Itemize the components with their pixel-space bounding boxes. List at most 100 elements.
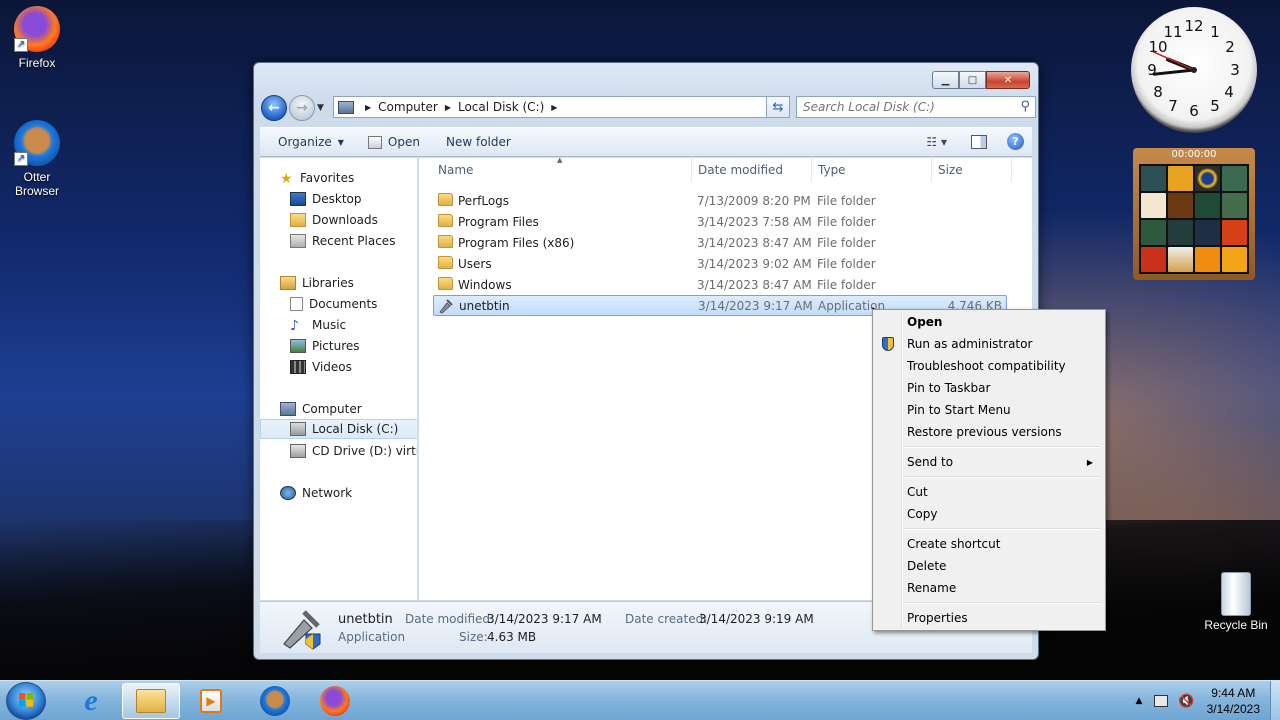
file-row[interactable]: Program Files (x86) 3/14/2023 8:47 AM Fi… [433, 232, 1007, 253]
date-modified-label: Date modified: [405, 612, 495, 626]
new-folder-button[interactable]: New folder [430, 128, 521, 156]
shortcut-arrow-icon: ↗ [14, 152, 28, 166]
breadcrumb-computer[interactable]: Computer [378, 100, 438, 114]
taskbar-clock[interactable]: 9:44 AM 3/14/2023 [1207, 685, 1260, 717]
firefox-icon: ↗ [14, 6, 60, 52]
nav-label: Favorites [300, 171, 355, 185]
breadcrumb-separator[interactable]: ▶ [551, 103, 557, 112]
menu-item-pin-to-start-menu[interactable]: Pin to Start Menu [875, 399, 1103, 421]
desktop-icon-firefox[interactable]: ↗ Firefox [0, 6, 74, 70]
file-row[interactable]: Program Files 3/14/2023 7:58 AM File fol… [433, 211, 1007, 232]
column-header-type[interactable]: Type [812, 158, 932, 182]
new-folder-label: New folder [445, 135, 511, 149]
menu-item-restore-previous-versions[interactable]: Restore previous versions [875, 421, 1103, 443]
nav-label: Pictures [312, 339, 360, 353]
svg-text:5: 5 [1210, 97, 1220, 115]
menu-item-cut[interactable]: Cut [875, 481, 1103, 503]
recent-places-icon [290, 234, 306, 248]
firefox-icon [320, 686, 350, 716]
minimize-button[interactable]: ▁ [932, 71, 959, 89]
maximize-button[interactable]: □ [959, 71, 986, 89]
taskbar-app-windows-explorer[interactable] [122, 683, 180, 719]
file-type: File folder [817, 256, 876, 271]
taskbar-app-media-player[interactable]: ▶ [182, 683, 240, 719]
nav-desktop[interactable]: Desktop [290, 189, 417, 209]
menu-item-rename[interactable]: Rename [875, 577, 1103, 599]
nav-music[interactable]: ♪ Music [290, 315, 417, 335]
computer-icon [338, 100, 354, 114]
nav-local-disk[interactable]: Local Disk (C:) [260, 419, 417, 439]
media-player-icon: ▶ [200, 689, 222, 713]
back-button[interactable]: ← [261, 95, 287, 121]
system-tray: ▲ 🔇 9:44 AM 3/14/2023 [1136, 685, 1261, 717]
menu-item-run-as-administrator[interactable]: Run as administrator [875, 333, 1103, 355]
nav-recent-places[interactable]: Recent Places [290, 231, 417, 251]
menu-item-pin-to-taskbar[interactable]: Pin to Taskbar [875, 377, 1103, 399]
forward-button[interactable]: → [289, 95, 315, 121]
nav-label: Local Disk (C:) [312, 422, 399, 436]
chevron-down-icon: ▼ [337, 137, 344, 147]
puzzle-grid[interactable] [1139, 164, 1249, 274]
column-header-date[interactable]: Date modified [692, 158, 812, 182]
date-created-value: 3/14/2023 9:19 AM [699, 612, 814, 626]
taskbar-app-otter-browser[interactable] [246, 683, 304, 719]
desktop-icon [290, 192, 306, 206]
nav-documents[interactable]: Documents [290, 294, 417, 314]
recycle-bin-icon [1221, 572, 1251, 616]
menu-item-delete[interactable]: Delete [875, 555, 1103, 577]
nav-network[interactable]: Network [280, 483, 417, 503]
search-box[interactable]: ⚲ [796, 96, 1036, 118]
taskbar-app-firefox[interactable] [306, 683, 364, 719]
nav-videos[interactable]: Videos [290, 357, 417, 377]
breadcrumb-local-disk[interactable]: Local Disk (C:) [458, 100, 544, 114]
recent-pages-dropdown[interactable]: ▼ [317, 103, 324, 113]
nav-computer[interactable]: Computer [280, 399, 417, 419]
breadcrumb-separator[interactable]: ▶ [445, 103, 451, 112]
volume-muted-icon[interactable]: 🔇 [1178, 694, 1194, 709]
desktop-icon-otter-browser[interactable]: ↗ Otter Browser [0, 120, 74, 198]
address-bar[interactable]: ▶ Computer ▶ Local Disk (C:) ▶ ▼ [333, 96, 786, 118]
action-center-icon[interactable] [1154, 695, 1169, 707]
menu-item-open[interactable]: Open [875, 311, 1103, 333]
date-created-label: Date created: [625, 612, 708, 626]
desktop-icon-recycle-bin[interactable]: Recycle Bin [1199, 572, 1273, 632]
preview-pane-icon[interactable] [971, 134, 987, 149]
nav-downloads[interactable]: Downloads [290, 210, 417, 230]
column-header-name[interactable]: Name [432, 158, 692, 182]
help-icon[interactable]: ? [1007, 133, 1024, 150]
column-header-size[interactable]: Size [932, 158, 1012, 182]
show-desktop-button[interactable] [1270, 681, 1280, 720]
picture-puzzle-gadget[interactable]: 00:00:00 [1133, 148, 1255, 280]
search-input[interactable] [803, 100, 1003, 114]
context-menu[interactable]: Open Run as administrator Troubleshoot c… [872, 309, 1106, 631]
open-button[interactable]: Open [354, 128, 430, 156]
menu-item-create-shortcut[interactable]: Create shortcut [875, 533, 1103, 555]
start-button[interactable] [6, 682, 46, 720]
menu-item-label: Run as administrator [907, 337, 1033, 351]
refresh-button[interactable]: ⇆ [766, 96, 790, 118]
nav-libraries[interactable]: Libraries [280, 273, 417, 293]
close-button[interactable]: ✕ [986, 71, 1030, 89]
nav-label: Libraries [302, 276, 354, 290]
menu-item-copy[interactable]: Copy [875, 503, 1103, 525]
file-date: 3/14/2023 8:47 AM [697, 277, 812, 292]
file-row[interactable]: PerfLogs 7/13/2009 8:20 PM File folder [433, 190, 1007, 211]
menu-item-properties[interactable]: Properties [875, 607, 1103, 629]
folder-icon [438, 193, 453, 206]
menu-item-send-to[interactable]: Send to ▶ [875, 451, 1103, 473]
clock-gadget[interactable]: 12 1 2 345 678 9 10 11 [1131, 7, 1257, 133]
menu-item-troubleshoot-compatibility[interactable]: Troubleshoot compatibility [875, 355, 1103, 377]
file-date: 3/14/2023 7:58 AM [697, 214, 812, 229]
nav-pictures[interactable]: Pictures [290, 336, 417, 356]
breadcrumb-separator[interactable]: ▶ [365, 103, 371, 112]
nav-cd-drive[interactable]: CD Drive (D:) virtio-w [290, 441, 417, 461]
change-view-icon[interactable]: ☷ ▾ [926, 135, 947, 149]
show-hidden-icons-icon[interactable]: ▲ [1136, 696, 1143, 706]
organize-label: Organize [278, 135, 332, 149]
file-row[interactable]: Users 3/14/2023 9:02 AM File folder [433, 253, 1007, 274]
nav-favorites[interactable]: ★ Favorites [280, 168, 417, 188]
search-icon[interactable]: ⚲ [1020, 99, 1030, 114]
file-row[interactable]: Windows 3/14/2023 8:47 AM File folder [433, 274, 1007, 295]
taskbar-app-internet-explorer[interactable]: e [62, 683, 120, 719]
organize-button[interactable]: Organize ▼ [260, 128, 354, 156]
